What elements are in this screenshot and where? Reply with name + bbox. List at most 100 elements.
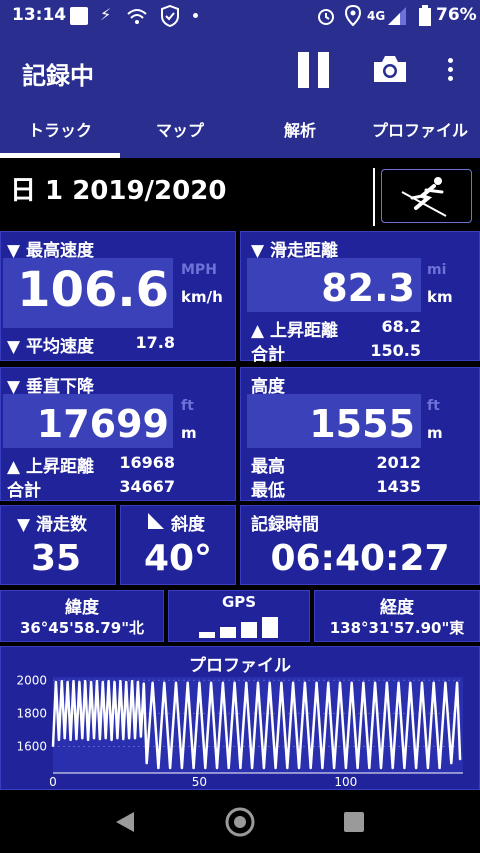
chart-point [122, 738, 124, 740]
chart-point [304, 682, 306, 684]
navigation-bar [0, 790, 480, 853]
chart-y-tick-label: 2000 [16, 673, 47, 687]
tab-profile[interactable]: プロファイル [360, 117, 480, 141]
longitude-value: 138°31'57.90"東 [329, 619, 465, 637]
chart-point [210, 682, 212, 684]
chart-point [99, 738, 101, 740]
chart-point [105, 737, 107, 739]
more-notifications-icon [193, 13, 198, 18]
tab-analysis[interactable]: 解析 [240, 117, 360, 141]
chart-point [87, 739, 89, 741]
divider [373, 168, 375, 226]
chart-point [228, 767, 230, 769]
chart-point [459, 759, 461, 761]
chart-point [433, 682, 435, 684]
chart-point [67, 681, 69, 683]
chart-point [286, 767, 288, 769]
longitude-panel[interactable]: 経度 138°31'57.90"東 [314, 590, 480, 642]
chart-point [269, 682, 271, 684]
battery-saver-icon: ⚡ [100, 5, 112, 24]
tab-indicator [0, 153, 120, 158]
tab-map[interactable]: マップ [120, 117, 240, 141]
chart-point [64, 737, 66, 739]
home-button[interactable] [224, 806, 256, 838]
more-menu-button[interactable] [446, 58, 454, 84]
vertical-total-label: 合計 [7, 481, 41, 501]
vertical-descent-panel[interactable]: ▼ 垂直下降 17699 ft m ▲ 上昇距離 16968 合計 34667 [0, 367, 236, 501]
chart-point [108, 680, 110, 682]
unit-km[interactable]: km [427, 288, 453, 306]
chart-x-tick-label: 0 [49, 775, 57, 789]
chart-point [386, 682, 388, 684]
chart-point [216, 767, 218, 769]
gps-panel[interactable]: GPS [168, 590, 310, 642]
unit-m[interactable]: m [181, 424, 197, 442]
chart-point [233, 682, 236, 684]
location-icon [345, 5, 361, 27]
chart-point [55, 681, 57, 683]
back-button[interactable] [114, 810, 136, 834]
slope-value: 40° [143, 538, 213, 579]
unit-mph[interactable]: MPH [181, 262, 217, 278]
max-speed-panel[interactable]: ▼ 最高速度 106.6 MPH km/h ▼ 平均速度 17.8 [0, 231, 236, 361]
chart-point [409, 682, 411, 684]
chart-point [292, 682, 294, 684]
gps-signal-bar-2 [220, 627, 236, 638]
chart-point [52, 745, 54, 748]
unit-m[interactable]: m [427, 424, 443, 442]
chart-point [58, 739, 60, 741]
activity-type-button[interactable] [381, 169, 472, 223]
chart-point [298, 767, 300, 769]
camera-button[interactable] [372, 54, 408, 84]
altitude-panel[interactable]: 高度 1555 ft m 最高 2012 最低 1435 [240, 367, 480, 501]
altitude-max-value: 2012 [376, 453, 421, 472]
vertical-ascent-value: 16968 [119, 453, 175, 472]
runs-panel[interactable]: ▼ 滑走数 35 [0, 505, 116, 585]
app-bar: 記録中 トラック マップ 解析 プロファイル [0, 32, 480, 158]
record-time-panel[interactable]: 記録時間 06:40:27 [240, 505, 480, 585]
chart-point [181, 767, 183, 769]
status-bar: 13:14 ⚡ 4G 76% [0, 0, 480, 32]
shield-icon [161, 5, 179, 27]
chart-point [163, 682, 165, 684]
signal-icon [388, 7, 406, 25]
chart-point [72, 680, 75, 682]
battery-percent: 76% [436, 5, 477, 25]
chart-point [125, 681, 127, 683]
chart-point [239, 767, 242, 769]
unit-ft[interactable]: ft [427, 398, 440, 414]
pause-icon-bar-right [318, 52, 329, 88]
chart-point [403, 767, 406, 769]
gps-signal-bar-1 [199, 632, 215, 638]
unit-kmh[interactable]: km/h [181, 288, 223, 306]
chart-point [131, 680, 133, 682]
chart-point [146, 762, 148, 764]
altitude-value: 1555 [309, 402, 415, 446]
pause-button[interactable] [298, 52, 332, 88]
chart-point [90, 681, 92, 683]
chart-point [327, 682, 329, 684]
chart-point [251, 767, 253, 769]
chart-point [380, 767, 382, 769]
chart-point [222, 682, 224, 684]
unit-mi[interactable]: mi [427, 262, 446, 278]
tab-track[interactable]: トラック [0, 117, 120, 141]
chart-point [450, 762, 452, 764]
skier-icon [401, 177, 447, 217]
slope-panel[interactable]: 斜度 40° [120, 505, 236, 585]
unit-ft[interactable]: ft [181, 398, 194, 414]
profile-chart-panel[interactable]: プロファイル 1600 1800 2000 0 50 100 [0, 646, 480, 790]
altitude-min-label: 最低 [251, 481, 285, 501]
chart-point [175, 682, 177, 684]
network-type: 4G [367, 9, 386, 23]
avg-speed-value: 17.8 [135, 333, 175, 352]
ski-distance-panel[interactable]: ▼ 滑走距離 82.3 mi km ▲ 上昇距離 68.2 合計 150.5 [240, 231, 480, 365]
chart-point [151, 682, 154, 684]
pause-icon-bar-left [298, 52, 309, 88]
chart-point [143, 683, 145, 685]
runs-value: 35 [30, 538, 82, 579]
chart-point [257, 682, 259, 684]
latitude-panel[interactable]: 緯度 36°45'58.79"北 [0, 590, 164, 642]
app-title: 記録中 [22, 62, 94, 90]
recents-button[interactable] [344, 812, 364, 832]
